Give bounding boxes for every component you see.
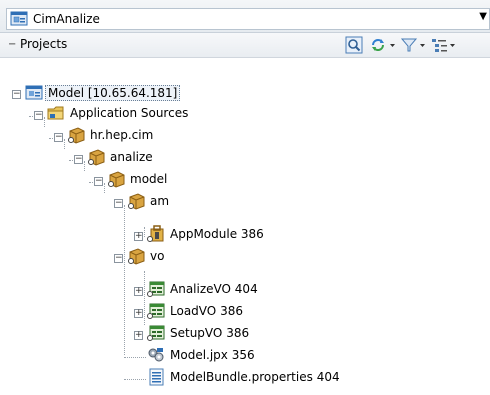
jpx-file-icon bbox=[146, 346, 166, 364]
dropdown-arrow-icon[interactable]: ▼ bbox=[479, 11, 487, 22]
package-icon bbox=[106, 170, 126, 188]
options-icon[interactable] bbox=[430, 36, 458, 54]
package-icon bbox=[66, 126, 86, 144]
collapse-toggle[interactable]: − bbox=[12, 90, 21, 99]
collapse-toggle[interactable]: − bbox=[94, 177, 103, 186]
tree-item-count: 404 bbox=[234, 282, 258, 296]
expand-toggle[interactable]: + bbox=[134, 309, 143, 318]
tree-item-name: Model.jpx bbox=[170, 348, 228, 362]
collapse-toggle[interactable]: − bbox=[114, 199, 123, 208]
tree-item-label[interactable]: am bbox=[150, 194, 169, 208]
package-icon bbox=[86, 148, 106, 166]
tree-item-label[interactable]: Application Sources bbox=[70, 106, 188, 120]
tree-item-count: 386 bbox=[220, 304, 243, 318]
top-toolbar: CimAnalize ▼ bbox=[0, 0, 490, 33]
filter-icon[interactable] bbox=[400, 36, 428, 54]
collapse-panel-icon[interactable]: − bbox=[8, 40, 18, 50]
tree-item-name: ModelBundle.properties bbox=[170, 370, 313, 384]
tree-item-label[interactable]: analize bbox=[110, 150, 153, 164]
tree-item-name: AppModule bbox=[170, 227, 238, 241]
collapse-toggle[interactable]: − bbox=[34, 111, 43, 120]
search-icon[interactable] bbox=[345, 36, 363, 54]
expand-toggle[interactable]: + bbox=[134, 287, 143, 296]
expand-toggle[interactable]: + bbox=[134, 331, 143, 340]
tree-item-label[interactable]: AnalizeVO 404 bbox=[170, 282, 258, 296]
tree-item-count: 386 bbox=[240, 227, 264, 241]
collapse-toggle[interactable]: − bbox=[74, 155, 83, 164]
package-icon bbox=[126, 192, 146, 210]
projects-panel-header: − Projects bbox=[0, 33, 490, 58]
tree-item-label[interactable]: model bbox=[130, 172, 167, 186]
tree-item-name: SetupVO bbox=[170, 326, 223, 340]
tree-item-label[interactable]: AppModule 386 bbox=[170, 227, 264, 241]
collapse-toggle[interactable]: − bbox=[114, 254, 123, 263]
expand-toggle[interactable]: + bbox=[134, 232, 143, 241]
tree-item-label[interactable]: vo bbox=[150, 249, 164, 263]
tree-item-label[interactable]: hr.hep.cim bbox=[90, 128, 153, 142]
tree-item-count: 356 bbox=[231, 348, 255, 362]
tree-item-count: 404 bbox=[316, 370, 340, 384]
view-object-icon bbox=[146, 302, 166, 320]
properties-file-icon bbox=[146, 368, 166, 386]
collapse-toggle[interactable]: − bbox=[54, 133, 63, 142]
tree-item-count: 386 bbox=[226, 326, 250, 340]
tree-item-label[interactable]: SetupVO 386 bbox=[170, 326, 249, 340]
view-object-icon bbox=[146, 280, 166, 298]
panel-title: Projects bbox=[20, 37, 68, 51]
tree-item-label[interactable]: LoadVO 386 bbox=[170, 304, 243, 318]
application-icon bbox=[10, 11, 28, 27]
application-selector-value: CimAnalize bbox=[33, 12, 100, 26]
project-icon bbox=[24, 84, 44, 102]
package-icon bbox=[126, 247, 146, 265]
tree-item-name: LoadVO bbox=[170, 304, 217, 318]
tree-item-label[interactable]: Model [10.65.64.181] bbox=[45, 85, 181, 101]
tree-item-name: AnalizeVO bbox=[170, 282, 231, 296]
app-module-icon bbox=[146, 225, 166, 243]
tree-item-label[interactable]: ModelBundle.properties 404 bbox=[170, 370, 340, 384]
view-object-icon bbox=[146, 324, 166, 342]
application-selector[interactable]: CimAnalize ▼ bbox=[6, 8, 490, 30]
tree-item-label[interactable]: Model.jpx 356 bbox=[170, 348, 255, 362]
folder-icon bbox=[46, 104, 66, 122]
sync-icon[interactable] bbox=[369, 36, 397, 54]
